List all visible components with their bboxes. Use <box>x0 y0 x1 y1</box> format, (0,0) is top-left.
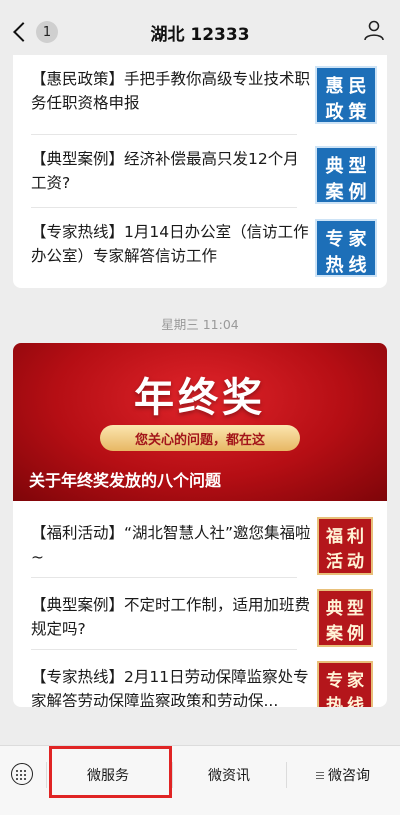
article-thumbnail: 专 家 热 线 <box>317 661 373 707</box>
thumb-char: 活 <box>326 552 343 572</box>
thumb-char: 线 <box>347 696 364 707</box>
banner-title: 年终奖 <box>134 375 266 421</box>
tab-label: 微资讯 <box>208 768 250 784</box>
article-item[interactable]: 【专家热线】1月14日办公室（信访工作办公室）专家解答信访工作 专 家 热 线 <box>13 208 387 288</box>
thumb-char: 策 <box>348 102 367 123</box>
article-title: 【典型案例】不定时工作制，适用加班费规定吗? <box>31 596 311 638</box>
thumb-char: 例 <box>347 624 364 644</box>
article-item[interactable]: 【惠民政策】手把手教你高级专业技术职务任职资格申报 惠 民 政 策 <box>13 55 387 135</box>
thumb-char: 民 <box>348 76 367 97</box>
thumb-char: 案 <box>325 182 344 203</box>
tab-weizixun[interactable]: 微资讯 <box>172 746 286 804</box>
menu-icon <box>316 770 324 781</box>
thumb-char: 利 <box>347 527 364 547</box>
tab-label: 微咨询 <box>328 768 370 784</box>
article-item[interactable]: 【典型案例】不定时工作制，适用加班费规定吗? 典 型 案 例 <box>13 581 387 653</box>
article-item[interactable]: 【典型案例】经济补偿最高只发12个月工资? 典 型 案 例 <box>13 135 387 215</box>
thumb-char: 政 <box>325 102 344 123</box>
highlight-box <box>49 746 172 798</box>
thumb-char: 型 <box>348 156 367 177</box>
article-thumbnail: 典 型 案 例 <box>315 146 377 204</box>
bottom-menu-bar: 微服务 微资讯 微咨询 <box>0 745 400 815</box>
thumb-char: 家 <box>348 229 367 250</box>
article-thumbnail: 专 家 热 线 <box>315 219 377 277</box>
article-card-1: 【惠民政策】手把手教你高级专业技术职务任职资格申报 惠 民 政 策 【典型案例】… <box>13 55 387 288</box>
article-thumbnail: 福 利 活 动 <box>317 517 373 575</box>
banner-subtitle-pill: 您关心的问题，都在这 <box>100 425 300 451</box>
thumb-char: 案 <box>326 624 343 644</box>
divider <box>31 577 297 578</box>
thumb-char: 例 <box>348 182 367 203</box>
nav-bar: 1 湖北 12333 <box>0 0 400 62</box>
thumb-char: 动 <box>347 552 364 572</box>
thumb-char: 家 <box>347 671 364 691</box>
article-thumbnail: 惠 民 政 策 <box>315 66 377 124</box>
article-item[interactable]: 【福利活动】“湖北智慧人社”邀您集福啦~ 福 利 活 动 <box>13 509 387 581</box>
user-icon[interactable] <box>362 18 386 42</box>
thumb-char: 专 <box>326 671 343 691</box>
article-item[interactable]: 【专家热线】2月11日劳动保障监察处专家解答劳动保障监察政策和劳动保... 专 … <box>13 653 387 707</box>
thumb-char: 专 <box>325 229 344 250</box>
thumb-char: 线 <box>348 255 367 276</box>
article-card-2: 年终奖 您关心的问题，都在这 关于年终奖发放的八个问题 【福利活动】“湖北智慧人… <box>13 343 387 707</box>
divider <box>31 649 297 650</box>
article-title: 【专家热线】2月11日劳动保障监察处专家解答劳动保障监察政策和劳动保... <box>31 668 309 707</box>
page-title: 湖北 12333 <box>150 25 250 45</box>
thumb-char: 惠 <box>325 76 344 97</box>
keyboard-icon[interactable] <box>11 763 33 785</box>
thumb-char: 型 <box>347 599 364 619</box>
thumb-char: 典 <box>325 156 344 177</box>
thumb-char: 福 <box>326 527 343 547</box>
article-title: 【福利活动】“湖北智慧人社”邀您集福啦~ <box>31 524 311 566</box>
banner-caption: 关于年终奖发放的八个问题 <box>29 471 222 490</box>
tab-weizixun-consult[interactable]: 微咨询 <box>286 746 400 804</box>
article-title: 【惠民政策】手把手教你高级专业技术职务任职资格申报 <box>31 70 311 112</box>
thumb-char: 典 <box>326 599 343 619</box>
article-title: 【典型案例】经济补偿最高只发12个月工资? <box>31 150 299 192</box>
thumb-char: 热 <box>326 696 343 707</box>
thumb-char: 热 <box>325 255 344 276</box>
article-thumbnail: 典 型 案 例 <box>317 589 373 647</box>
message-timestamp: 星期三 11:04 <box>161 317 239 332</box>
featured-banner[interactable]: 年终奖 您关心的问题，都在这 关于年终奖发放的八个问题 <box>13 343 387 501</box>
article-title: 【专家热线】1月14日办公室（信访工作办公室）专家解答信访工作 <box>31 223 309 265</box>
